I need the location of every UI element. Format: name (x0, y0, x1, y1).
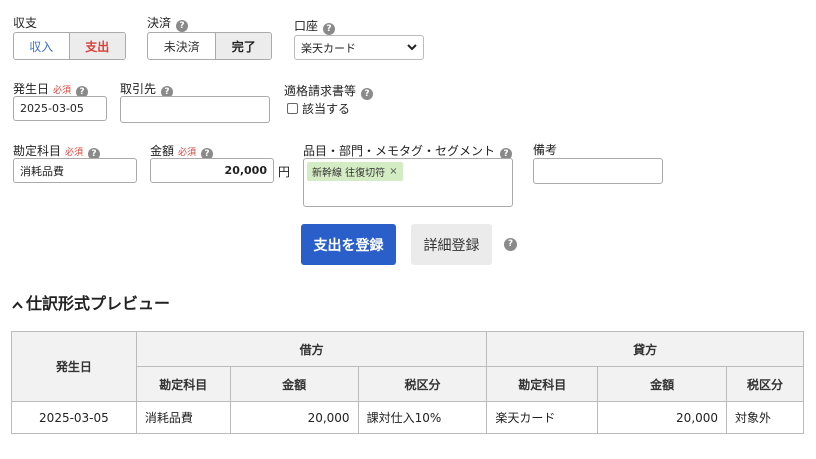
done-toggle[interactable]: 完了 (216, 33, 271, 59)
debit-header: 借方 (135, 331, 488, 367)
chevron-down-icon (407, 44, 417, 51)
preview-title: 仕訳形式プレビュー (26, 294, 171, 313)
amount-input[interactable]: 20,000 (150, 158, 274, 183)
row-credit-subject: 楽天カード (486, 401, 599, 434)
required-badge: 必須 (53, 86, 72, 96)
required-badge: 必須 (178, 148, 197, 158)
remarks-input[interactable] (533, 158, 663, 184)
row-debit-amount: 20,000 (229, 401, 359, 434)
qualified-invoice-label-text: 適格請求書等 (284, 84, 357, 98)
detail-register-button[interactable]: 詳細登録 (411, 224, 492, 265)
subject-input[interactable]: 消耗品費 (13, 158, 137, 183)
preview-header[interactable]: 仕訳形式プレビュー (12, 290, 170, 314)
tag-chip: 新幹線 往復切符 × (307, 162, 403, 181)
row-credit-amount: 20,000 (597, 401, 728, 434)
qualified-invoice-label: 適格請求書等? (284, 82, 374, 100)
tag-chip-label: 新幹線 往復切符 (312, 168, 386, 179)
partner-label-text: 取引先 (120, 82, 157, 96)
debit-subject-header: 勘定科目 (135, 366, 231, 402)
row-date: 2025-03-05 (11, 401, 137, 434)
row-debit-tax: 課対仕入10% (357, 401, 488, 434)
account-label-text: 口座 (294, 19, 319, 33)
amount-label-text: 金額 (150, 144, 175, 158)
help-icon[interactable]: ? (361, 88, 374, 100)
settlement-label: 決済? (147, 14, 189, 32)
required-badge: 必須 (65, 148, 84, 158)
credit-header: 貸方 (486, 331, 804, 367)
account-label: 口座? (294, 17, 336, 35)
help-icon[interactable]: ? (323, 23, 336, 35)
unsettled-toggle[interactable]: 未決済 (148, 33, 217, 59)
help-icon[interactable]: ? (176, 20, 189, 32)
credit-amount-header: 金額 (597, 366, 728, 402)
amount-unit: 円 (278, 165, 291, 179)
income-expense-label: 収支 (13, 16, 38, 30)
date-label-text: 発生日 (13, 82, 50, 96)
settlement-toggle[interactable]: 未決済 完了 (147, 32, 272, 60)
credit-subject-header: 勘定科目 (486, 366, 599, 402)
row-credit-tax: 対象外 (726, 401, 804, 434)
date-column-header: 発生日 (11, 331, 137, 402)
debit-tax-header: 税区分 (357, 366, 488, 402)
tags-label-text: 品目・部門・メモタグ・セグメント (303, 144, 496, 158)
help-icon[interactable]: ? (504, 238, 517, 251)
table-row: 2025-03-05 消耗品費 20,000 課対仕入10% 楽天カード 20,… (11, 401, 804, 434)
settlement-label-text: 決済 (147, 16, 172, 30)
chevron-up-icon[interactable] (12, 301, 23, 309)
row-debit-subject: 消耗品費 (135, 401, 231, 434)
debit-amount-header: 金額 (229, 366, 359, 402)
income-expense-toggle[interactable]: 収入 支出 (13, 32, 126, 60)
register-expense-button[interactable]: 支出を登録 (301, 224, 396, 265)
remarks-label: 備考 (533, 143, 558, 157)
partner-input[interactable] (120, 96, 270, 123)
account-select[interactable]: 楽天カード (294, 35, 424, 60)
credit-tax-header: 税区分 (726, 366, 804, 402)
income-toggle[interactable]: 収入 (14, 33, 70, 59)
account-select-value: 楽天カード (301, 41, 356, 55)
date-input[interactable]: 2025-03-05 (13, 96, 107, 121)
expense-toggle[interactable]: 支出 (69, 33, 125, 59)
qualified-invoice-checkbox-row[interactable]: 該当する (287, 100, 350, 117)
journal-preview-table: 発生日 借方 貸方 勘定科目 金額 税区分 勘定科目 金額 税区分 2025-0… (11, 331, 804, 434)
subject-label-text: 勘定科目 (13, 144, 62, 158)
tags-input[interactable]: 新幹線 往復切符 × (303, 158, 513, 207)
qualified-invoice-checkbox[interactable] (287, 103, 298, 114)
qualified-invoice-checkbox-label: 該当する (302, 102, 351, 116)
tag-remove-icon[interactable]: × (389, 166, 397, 177)
